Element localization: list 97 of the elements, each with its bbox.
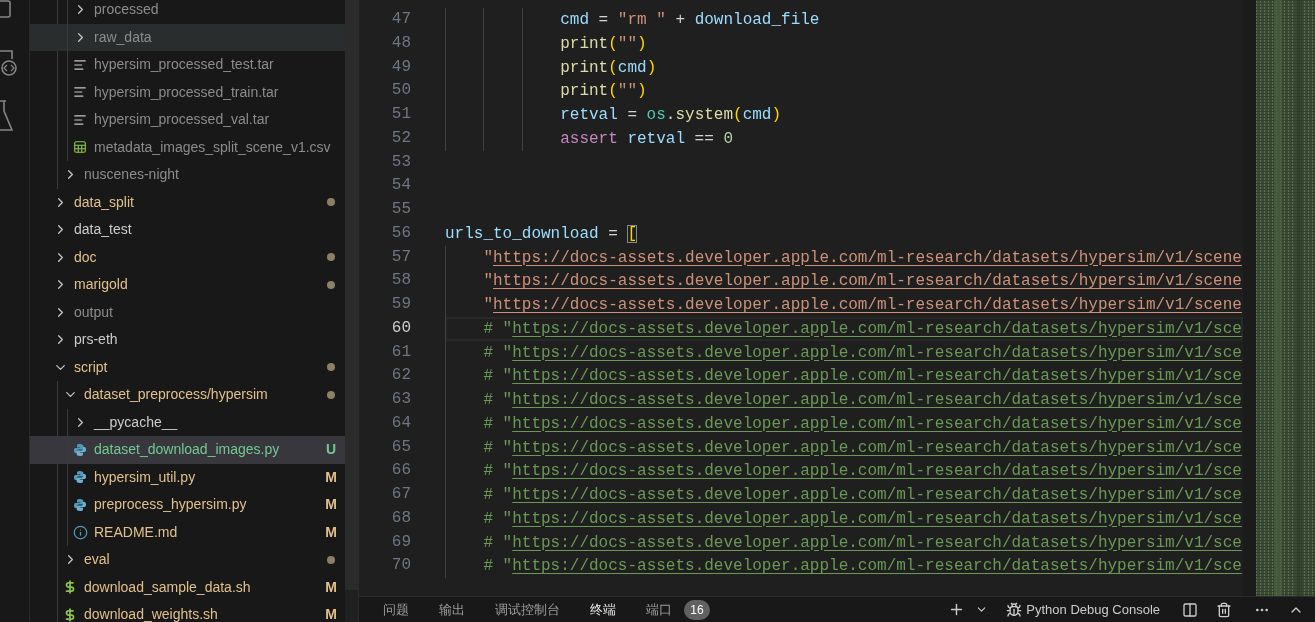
- tree-item[interactable]: processed: [30, 0, 345, 24]
- python-icon: [73, 497, 87, 512]
- line-number: 66: [390, 460, 411, 482]
- code-line: "https://docs-assets.developer.apple.com/ml-research/datasets/hypersim/v1/scene: [483, 247, 1242, 269]
- code-line: print(cmd): [560, 57, 657, 79]
- code-line: print(""): [560, 81, 647, 103]
- tree-item[interactable]: nuscenes-night: [30, 161, 345, 189]
- lines-icon: [73, 112, 87, 127]
- tree-item[interactable]: hypersim_util.py M: [30, 463, 345, 491]
- code-line: # "https://docs-assets.developer.apple.com/ml-research/datasets/hypersim/v1/sce: [483, 342, 1242, 364]
- tree-item[interactable]: dataset_preprocess/hypersim: [30, 381, 345, 409]
- flask-icon[interactable]: [0, 100, 14, 132]
- panel-tab[interactable]: 问题: [383, 599, 409, 620]
- line-number: 49: [390, 56, 411, 78]
- code-line: # "https://docs-assets.developer.apple.com/ml-research/datasets/hypersim/v1/sce: [483, 390, 1242, 411]
- panel-tab[interactable]: 终端: [590, 599, 616, 620]
- line-number: 70: [390, 555, 411, 577]
- lines-icon: [73, 85, 87, 100]
- tree-item[interactable]: hypersim_processed_train.tar: [30, 78, 345, 106]
- code-line: assert retval == 0: [560, 128, 734, 150]
- info-icon: [72, 524, 88, 540]
- line-number: 48: [390, 32, 411, 54]
- tree-item[interactable]: dataset_download_images.py U: [30, 436, 345, 464]
- line-number: 60: [390, 317, 411, 339]
- panel-tab[interactable]: 调试控制台: [495, 599, 560, 620]
- code-line: # "https://docs-assets.developer.apple.com/ml-research/datasets/hypersim/v1/sce: [483, 532, 1242, 554]
- code-line: urls_to_download = [: [445, 223, 638, 245]
- line-number: 55: [390, 199, 411, 220]
- tree-item[interactable]: hypersim_processed_val.tar: [30, 106, 345, 134]
- table-icon: [73, 140, 87, 155]
- python-icon: [73, 442, 87, 457]
- line-number: 68: [390, 507, 411, 529]
- line-number: 61: [390, 341, 411, 363]
- status-letter: U: [325, 440, 337, 460]
- line-number: 58: [390, 270, 411, 292]
- code-line: # "https://docs-assets.developer.apple.com/ml-research/datasets/hypersim/v1/sce: [483, 413, 1242, 435]
- status-letter: M: [325, 467, 337, 487]
- tree-item[interactable]: preprocess_hypersim.py M: [30, 491, 345, 519]
- tree-item[interactable]: data_split: [30, 188, 345, 216]
- tree-item[interactable]: doc: [30, 243, 345, 271]
- panel-tab[interactable]: 输出: [439, 599, 465, 620]
- status-letter: M: [325, 605, 337, 622]
- tree-item[interactable]: metadata_images_split_scene_v1.csv: [30, 133, 345, 161]
- line-number: 51: [390, 104, 411, 125]
- line-number: 63: [390, 389, 411, 410]
- tree-item[interactable]: hypersim_processed_test.tar: [30, 51, 345, 79]
- tree-item[interactable]: download_weights.sh M: [30, 601, 345, 622]
- dollar-icon: [63, 580, 77, 595]
- tree-item[interactable]: prs-eth: [30, 326, 345, 354]
- tree-item[interactable]: README.md M: [30, 518, 345, 546]
- tree-item[interactable]: download_sample_data.sh M: [30, 573, 345, 601]
- code-line: cmd = "rm " + download_file: [560, 10, 820, 31]
- line-number: 53: [390, 151, 411, 173]
- code-line: "https://docs-assets.developer.apple.com/ml-research/datasets/hypersim/v1/scene: [483, 271, 1242, 293]
- bug-icon: [1006, 601, 1023, 618]
- scrollbar-track[interactable]: [1243, 0, 1256, 596]
- line-number: 54: [390, 175, 411, 197]
- line-number: 50: [390, 80, 411, 102]
- line-number: 47: [390, 9, 411, 30]
- tree-item[interactable]: __pycache__: [30, 408, 345, 436]
- trash-icon[interactable]: [1216, 601, 1232, 618]
- status-letter: M: [325, 522, 337, 542]
- line-number: 65: [390, 436, 411, 458]
- code-line: # "https://docs-assets.developer.apple.com/ml-research/datasets/hypersim/v1/sce: [483, 508, 1242, 530]
- code-line: # "https://docs-assets.developer.apple.com/ml-research/datasets/hypersim/v1/sce: [483, 461, 1242, 483]
- dollar-icon: [63, 607, 77, 622]
- code-line: "https://docs-assets.developer.apple.com/ml-research/datasets/hypersim/v1/scene: [483, 295, 1242, 316]
- code-line: # "https://docs-assets.developer.apple.com/ml-research/datasets/hypersim/v1/sce: [483, 366, 1242, 388]
- line-number: 56: [390, 222, 411, 244]
- code-line: # "https://docs-assets.developer.apple.com/ml-research/datasets/hypersim/v1/sce: [483, 318, 1242, 340]
- tree-item[interactable]: script: [30, 353, 345, 381]
- line-number: 62: [390, 365, 411, 387]
- lines-icon: [73, 57, 87, 72]
- status-letter: M: [325, 495, 337, 515]
- tree-item[interactable]: raw_data: [30, 23, 345, 51]
- line-number: 57: [390, 246, 411, 268]
- tree-item[interactable]: marigold: [30, 271, 345, 299]
- line-number: 52: [390, 127, 411, 149]
- code-line: retval = os.system(cmd): [560, 105, 782, 126]
- scrollbar-thumb[interactable]: [345, 0, 358, 590]
- tree-item[interactable]: output: [30, 298, 345, 326]
- panel-tab[interactable]: 端口: [646, 599, 672, 620]
- line-number: 67: [390, 484, 411, 505]
- terminal-selector[interactable]: Python Debug Console: [1006, 599, 1160, 620]
- line-number: 64: [390, 412, 411, 434]
- code-line: # "https://docs-assets.developer.apple.com/ml-research/datasets/hypersim/v1/sce: [483, 485, 1242, 506]
- count-badge: 16: [684, 599, 710, 620]
- tree-item[interactable]: eval: [30, 546, 345, 574]
- line-number: 59: [390, 294, 411, 315]
- code-line: print(""): [560, 33, 647, 55]
- code-line: # "https://docs-assets.developer.apple.com/ml-research/datasets/hypersim/v1/sce: [483, 556, 1242, 578]
- tree-item[interactable]: data_test: [30, 216, 345, 244]
- split-icon[interactable]: [1182, 601, 1198, 618]
- code-line: # "https://docs-assets.developer.apple.com/ml-research/datasets/hypersim/v1/sce: [483, 437, 1242, 459]
- status-letter: M: [325, 577, 337, 597]
- python-icon: [73, 470, 87, 485]
- line-number: 69: [390, 531, 411, 553]
